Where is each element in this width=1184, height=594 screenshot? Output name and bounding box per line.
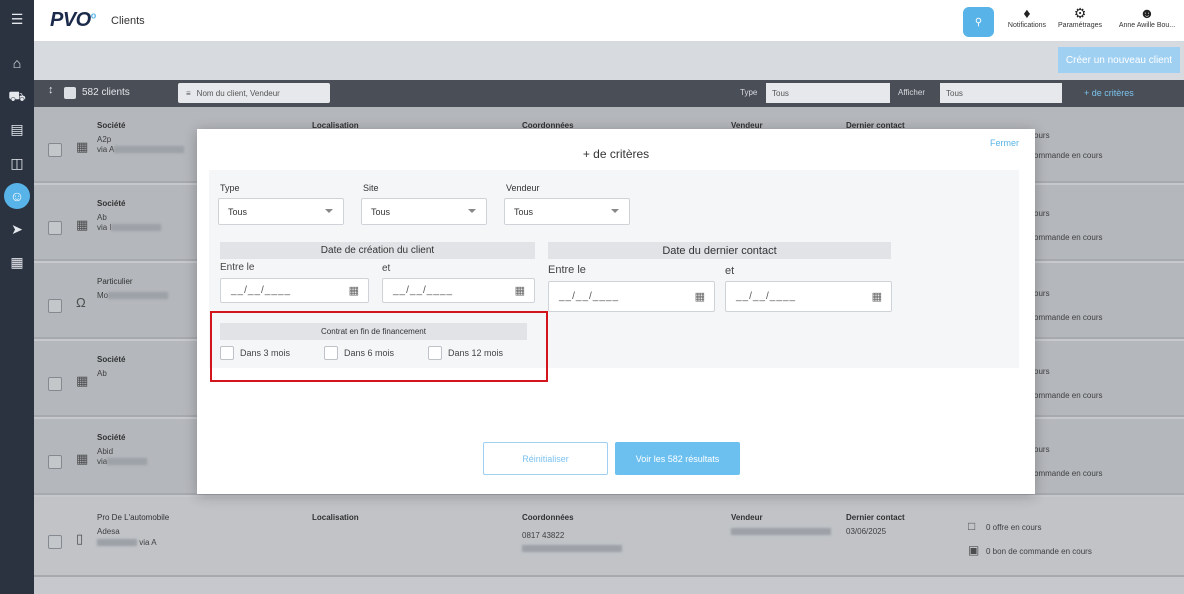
highlight-box [210, 311, 548, 382]
type-select[interactable]: Tous [218, 198, 344, 225]
calendar-icon[interactable]: ▦ [695, 290, 706, 303]
menu-icon[interactable]: ☰ [0, 6, 34, 32]
show-filter-select[interactable]: Tous [940, 83, 1062, 103]
notifications-label: Notifications [1007, 22, 1047, 29]
type-label: Type [220, 183, 240, 193]
select-all-checkbox[interactable] [64, 87, 76, 99]
sort-icon[interactable]: ↕ [48, 84, 54, 96]
left-nav-rail: ☰ ⌂ ⛟ ▤ ◫ ☺ ➤ ▦ [0, 0, 34, 594]
type-filter-label: Type [740, 88, 758, 97]
car-icon[interactable]: ⛟ [0, 84, 34, 110]
filter-icon: ≡ [186, 88, 191, 98]
settings-button[interactable]: ⚙ Paramétrages [1054, 4, 1106, 29]
contact-to-label: et [725, 265, 735, 277]
user-menu[interactable]: ☻ Anne Awille Bou... [1112, 4, 1182, 29]
create-client-button[interactable]: Créer un nouveau client [1058, 47, 1180, 73]
creation-date-header: Date de création du client [220, 242, 535, 259]
close-button[interactable]: Fermer [990, 138, 1019, 148]
reset-button[interactable]: Réinitialiser [483, 442, 608, 475]
client-count: 582 clients [82, 87, 130, 98]
creation-from-date[interactable]: __/__/____ ▦ [220, 278, 369, 303]
gear-icon: ⚙ [1073, 5, 1087, 21]
logo[interactable]: PVOo [50, 9, 96, 32]
creation-to-label: et [382, 263, 391, 274]
action-strip: Créer un nouveau client [34, 42, 1184, 80]
type-filter-select[interactable]: Tous [766, 83, 890, 103]
site-label: Site [363, 183, 379, 193]
top-bar: PVOo Clients ⚲ ♦ Notifications ⚙ Paramét… [34, 0, 1184, 42]
seller-select[interactable]: Tous [504, 198, 630, 225]
calendar-icon[interactable]: ▦ [349, 284, 360, 297]
calendar-icon[interactable]: ▦ [872, 290, 883, 303]
user-name: Anne Awille Bou... [1118, 22, 1176, 29]
clients-icon[interactable]: ☺ [0, 183, 34, 209]
chart-icon[interactable]: ▦ [0, 249, 34, 275]
chevron-down-icon [611, 209, 619, 213]
page-title: Clients [111, 15, 145, 27]
document-icon[interactable]: ▤ [0, 116, 34, 142]
filter-bar: ↕ 582 clients ≡ Nom du client, Vendeur T… [34, 80, 1184, 107]
contact-to-date[interactable]: __/__/____ ▦ [725, 281, 892, 312]
send-icon[interactable]: ➤ [0, 216, 34, 242]
settings-label: Paramétrages [1058, 22, 1102, 29]
seller-label: Vendeur [506, 183, 540, 193]
search-button[interactable]: ⚲ [963, 7, 994, 37]
creation-to-date[interactable]: __/__/____ ▦ [382, 278, 535, 303]
user-icon: ☻ [1139, 5, 1155, 21]
chevron-down-icon [468, 209, 476, 213]
search-icon: ⚲ [974, 16, 983, 28]
chevron-down-icon [325, 209, 333, 213]
creation-from-label: Entre le [220, 262, 255, 273]
calendar-icon[interactable]: ▦ [515, 284, 526, 297]
notifications-button[interactable]: ♦ Notifications [1002, 4, 1052, 29]
modal-title: + de critères [582, 147, 650, 161]
book-icon[interactable]: ◫ [0, 150, 34, 176]
home-icon[interactable]: ⌂ [0, 50, 34, 76]
contact-from-date[interactable]: __/__/____ ▦ [548, 281, 715, 312]
site-select[interactable]: Tous [361, 198, 487, 225]
bell-icon: ♦ [1023, 5, 1031, 21]
contact-from-label: Entre le [548, 264, 586, 276]
show-filter-label: Afficher [898, 88, 925, 97]
search-placeholder: Nom du client, Vendeur [196, 88, 280, 98]
client-search-input[interactable]: ≡ Nom du client, Vendeur [178, 83, 330, 103]
more-criteria-link[interactable]: + de critères [1084, 88, 1134, 98]
see-results-button[interactable]: Voir les 582 résultats [615, 442, 740, 475]
last-contact-header: Date du dernier contact [548, 242, 891, 259]
